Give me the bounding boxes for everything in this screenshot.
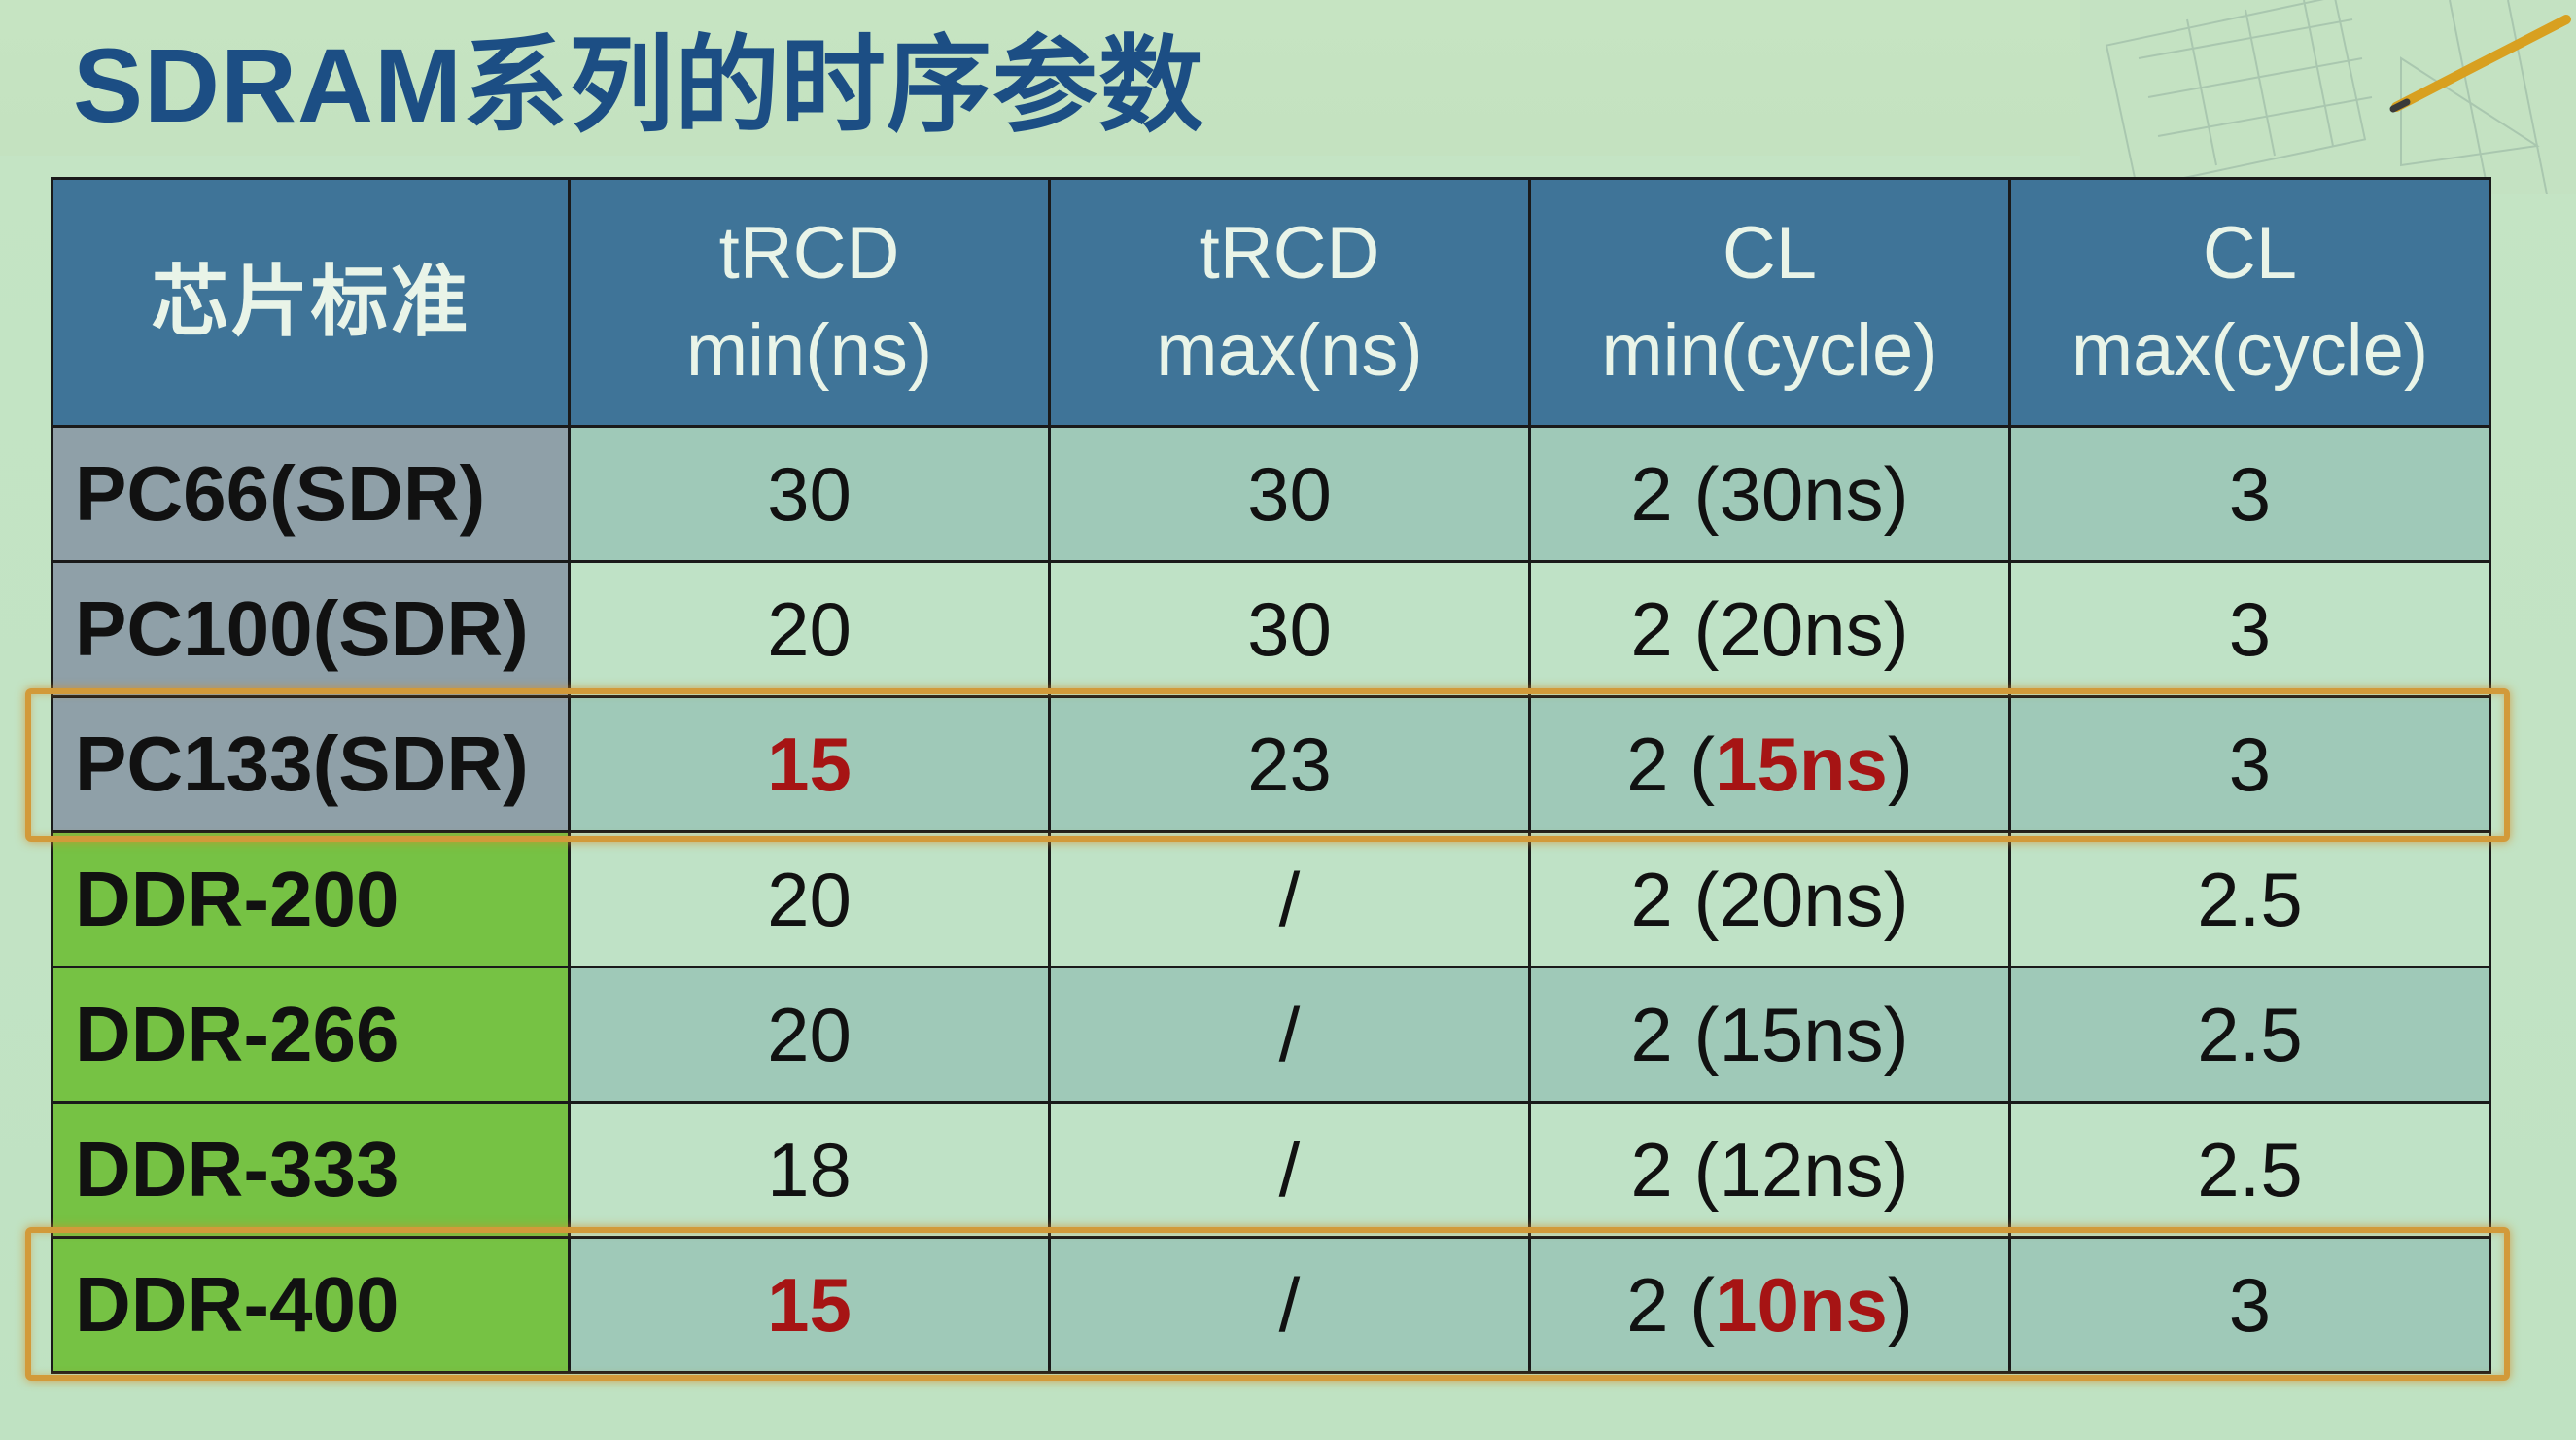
highlighted-value: 15 — [767, 720, 852, 807]
trcd-min-cell: 20 — [568, 830, 1051, 968]
cl-min-cell: 2 (12ns) — [1528, 1101, 2011, 1239]
cl-max-cell: 3 — [2008, 1236, 2491, 1374]
trcd-min-cell: 18 — [568, 1101, 1051, 1239]
cl-max-cell: 2.5 — [2008, 1101, 2491, 1239]
header-chip-standard: 芯片标准 — [51, 177, 571, 428]
trcd-max-cell: / — [1048, 830, 1531, 968]
cl-min-cell: 2 (20ns) — [1528, 830, 2011, 968]
chip-label: PC100(SDR) — [51, 560, 571, 698]
cl-max-cell: 3 — [2008, 425, 2491, 563]
highlighted-value: 15ns — [1715, 720, 1888, 807]
cl-min-cell: 2 (15ns) — [1528, 695, 2011, 833]
table-row-ddr200: DDR-200 20 / 2 (20ns) 2.5 — [51, 830, 2491, 968]
trcd-min-cell: 20 — [568, 560, 1051, 698]
trcd-max-cell: / — [1048, 966, 1531, 1104]
cl-min-cell: 2 (10ns) — [1528, 1236, 2011, 1374]
chip-label: PC133(SDR) — [51, 695, 571, 833]
table-row-pc66: PC66(SDR) 30 30 2 (30ns) 3 — [51, 425, 2491, 563]
trcd-max-cell: 23 — [1048, 695, 1531, 833]
cl-max-cell: 2.5 — [2008, 830, 2491, 968]
cl-min-cell: 2 (30ns) — [1528, 425, 2011, 563]
trcd-max-cell: 30 — [1048, 425, 1531, 563]
table-row-ddr400: DDR-400 15 / 2 (10ns) 3 — [51, 1236, 2491, 1374]
cl-max-cell: 2.5 — [2008, 966, 2491, 1104]
timing-parameter-table: 芯片标准 tRCD min(ns) tRCD max(ns) CL min(cycle… — [51, 177, 2491, 1374]
header-cl-max: CL max(cycle) — [2008, 177, 2491, 428]
header-trcd-min: tRCD min(ns) — [568, 177, 1051, 428]
trcd-max-cell: / — [1048, 1101, 1531, 1239]
chip-label: DDR-333 — [51, 1101, 571, 1239]
pencil-and-ruler-icon — [2080, 0, 2576, 194]
table-row-pc133: PC133(SDR) 15 23 2 (15ns) 3 — [51, 695, 2491, 833]
cl-min-cell: 2 (15ns) — [1528, 966, 2011, 1104]
table-row-pc100: PC100(SDR) 20 30 2 (20ns) 3 — [51, 560, 2491, 698]
table-row-ddr333: DDR-333 18 / 2 (12ns) 2.5 — [51, 1101, 2491, 1239]
trcd-min-cell: 15 — [568, 1236, 1051, 1374]
trcd-max-cell: 30 — [1048, 560, 1531, 698]
trcd-max-cell: / — [1048, 1236, 1531, 1374]
chip-label: DDR-200 — [51, 830, 571, 968]
chip-label: DDR-400 — [51, 1236, 571, 1374]
chip-label: DDR-266 — [51, 966, 571, 1104]
slide-title: SDRAM系列的时序参数 — [73, 26, 1204, 144]
header-cl-min: CL min(cycle) — [1528, 177, 2011, 428]
header-row: 芯片标准 tRCD min(ns) tRCD max(ns) CL min(cycle… — [51, 177, 2491, 428]
chip-label: PC66(SDR) — [51, 425, 571, 563]
highlighted-value: 15 — [767, 1261, 852, 1348]
cl-max-cell: 3 — [2008, 695, 2491, 833]
cl-min-cell: 2 (20ns) — [1528, 560, 2011, 698]
table-row-ddr266: DDR-266 20 / 2 (15ns) 2.5 — [51, 966, 2491, 1104]
trcd-min-cell: 30 — [568, 425, 1051, 563]
trcd-min-cell: 20 — [568, 966, 1051, 1104]
header-trcd-max: tRCD max(ns) — [1048, 177, 1531, 428]
cl-max-cell: 3 — [2008, 560, 2491, 698]
trcd-min-cell: 15 — [568, 695, 1051, 833]
highlighted-value: 10ns — [1715, 1261, 1888, 1348]
